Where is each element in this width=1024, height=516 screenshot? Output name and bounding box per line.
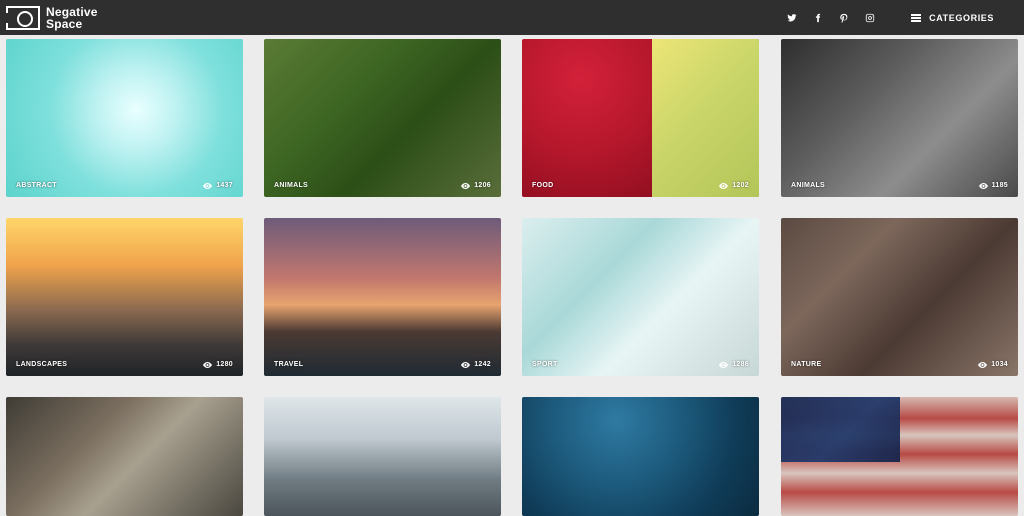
- photo-image: [264, 397, 501, 516]
- photo-card[interactable]: ANIMALS 1185: [781, 39, 1018, 197]
- photo-meta: LANDSCAPES 1280: [16, 361, 233, 368]
- views-count: 1185: [991, 182, 1008, 189]
- photo-image: [522, 397, 759, 516]
- brand-line2: Space: [46, 16, 83, 31]
- views-count: 1206: [474, 182, 491, 189]
- header-actions: CATEGORIES: [787, 13, 994, 23]
- photo-image: [6, 397, 243, 516]
- photo-views: 1206: [461, 182, 491, 189]
- eye-icon: [203, 182, 213, 189]
- photo-category: ABSTRACT: [16, 182, 57, 189]
- site-logo[interactable]: Negative Space: [6, 5, 98, 30]
- photo-image: [522, 218, 759, 376]
- menu-icon: [911, 13, 922, 22]
- categories-menu-button[interactable]: CATEGORIES: [911, 13, 994, 23]
- twitter-icon[interactable]: [787, 13, 797, 23]
- photo-image: [522, 39, 759, 197]
- photo-card[interactable]: ANIMALS 1206: [264, 39, 501, 197]
- photo-category: FOOD: [532, 182, 554, 189]
- photo-card[interactable]: NATURE 1034: [781, 218, 1018, 376]
- eye-icon: [461, 361, 471, 368]
- photo-card[interactable]: [6, 397, 243, 516]
- views-count: 1286: [732, 361, 749, 368]
- camera-logo-icon: [6, 5, 40, 30]
- photo-image: [781, 218, 1018, 376]
- photo-image: [781, 397, 1018, 516]
- photo-category: NATURE: [791, 361, 822, 368]
- eye-icon: [461, 182, 471, 189]
- views-count: 1242: [474, 361, 491, 368]
- photo-views: 1437: [203, 182, 233, 189]
- photo-category: ANIMALS: [791, 182, 825, 189]
- eye-icon: [719, 182, 729, 189]
- photo-card[interactable]: TRAVEL 1242: [264, 218, 501, 376]
- photo-card[interactable]: ABSTRACT 1437: [6, 39, 243, 197]
- photo-image: [6, 39, 243, 197]
- photo-meta: ANIMALS 1206: [274, 182, 491, 189]
- photo-views: 1280: [203, 361, 233, 368]
- views-count: 1437: [216, 182, 233, 189]
- views-count: 1202: [732, 182, 749, 189]
- views-count: 1034: [991, 361, 1008, 368]
- photo-views: 1034: [978, 361, 1008, 368]
- photo-views: 1286: [719, 361, 749, 368]
- photo-card[interactable]: SPORT 1286: [522, 218, 759, 376]
- instagram-icon[interactable]: [865, 13, 875, 23]
- brand-line1: Negative: [46, 4, 98, 19]
- photo-category: LANDSCAPES: [16, 361, 68, 368]
- photo-card[interactable]: [781, 397, 1018, 516]
- photo-category: TRAVEL: [274, 361, 304, 368]
- photo-views: 1242: [461, 361, 491, 368]
- top-navigation-bar: Negative Space CATEGORIES: [0, 0, 1024, 35]
- photo-category: SPORT: [532, 361, 558, 368]
- photo-views: 1202: [719, 182, 749, 189]
- eye-icon: [978, 361, 988, 368]
- photo-card[interactable]: FOOD 1202: [522, 39, 759, 197]
- photo-meta: ANIMALS 1185: [791, 182, 1008, 189]
- photo-meta: ABSTRACT 1437: [16, 182, 233, 189]
- photo-card[interactable]: [522, 397, 759, 516]
- photo-meta: NATURE 1034: [791, 361, 1008, 368]
- photo-card[interactable]: LANDSCAPES 1280: [6, 218, 243, 376]
- eye-icon: [203, 361, 213, 368]
- eye-icon: [719, 361, 729, 368]
- categories-label: CATEGORIES: [929, 12, 994, 23]
- photo-meta: FOOD 1202: [532, 182, 749, 189]
- photo-category: ANIMALS: [274, 182, 308, 189]
- eye-icon: [978, 182, 988, 189]
- facebook-icon[interactable]: [813, 13, 823, 23]
- pinterest-icon[interactable]: [839, 13, 849, 23]
- views-count: 1280: [216, 361, 233, 368]
- photo-grid: ABSTRACT 1437 ANIMALS 1206 FOOD 1202 ANI…: [0, 35, 1024, 516]
- photo-image: [264, 218, 501, 376]
- brand-name: Negative Space: [46, 6, 98, 30]
- photo-image: [264, 39, 501, 197]
- photo-card[interactable]: [264, 397, 501, 516]
- photo-image: [6, 218, 243, 376]
- photo-meta: TRAVEL 1242: [274, 361, 491, 368]
- photo-meta: SPORT 1286: [532, 361, 749, 368]
- photo-image: [781, 39, 1018, 197]
- photo-views: 1185: [978, 182, 1008, 189]
